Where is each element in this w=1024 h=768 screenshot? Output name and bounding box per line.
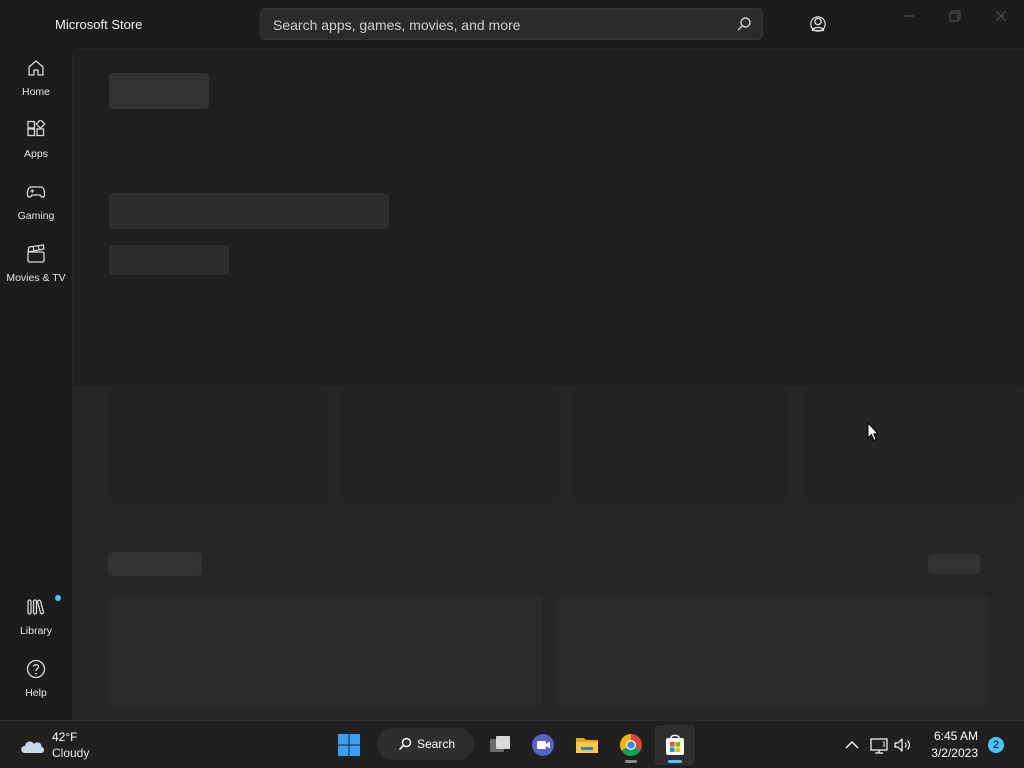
- clock-time[interactable]: 6:45 AM: [914, 729, 978, 743]
- restore-icon: [949, 10, 961, 22]
- microsoft-store-icon: [666, 734, 684, 755]
- search-input[interactable]: [271, 9, 715, 41]
- sidebar-item-label: Library: [19, 625, 53, 637]
- sidebar-item-gaming[interactable]: Gaming: [2, 176, 70, 234]
- hero-button-placeholder: [109, 245, 229, 275]
- sidebar: Home Apps Gaming Movies & TV Library Hel…: [0, 48, 72, 720]
- minimize-button[interactable]: [886, 0, 932, 32]
- close-icon: [995, 10, 1007, 22]
- clapperboard-icon: [27, 244, 45, 263]
- hero-banner[interactable]: [74, 50, 1024, 386]
- teams-chat-button[interactable]: [523, 725, 563, 765]
- sidebar-item-label: Movies & TV: [6, 272, 66, 284]
- search-icon: [398, 737, 412, 751]
- sidebar-item-help[interactable]: Help: [2, 653, 70, 711]
- sidebar-item-label: Gaming: [17, 210, 55, 222]
- active-indicator: [668, 760, 682, 763]
- sidebar-item-movies-tv[interactable]: Movies & TV: [2, 238, 70, 296]
- sidebar-item-library[interactable]: Library: [2, 591, 70, 649]
- featured-card-placeholder[interactable]: [804, 385, 1022, 503]
- section-title-placeholder: [108, 552, 202, 576]
- task-view-button[interactable]: [480, 725, 520, 765]
- sidebar-item-label: Home: [21, 86, 50, 98]
- gamepad-icon: [26, 186, 46, 198]
- minimize-icon: [904, 15, 914, 17]
- taskbar-search-button[interactable]: Search: [377, 728, 474, 760]
- chevron-up-icon[interactable]: [842, 735, 862, 755]
- apps-icon: [27, 120, 46, 137]
- teams-chat-icon: [532, 734, 554, 756]
- running-indicator: [625, 760, 637, 763]
- weather-temperature: 42°F: [52, 730, 78, 744]
- profile-button[interactable]: [802, 8, 834, 40]
- taskbar: 42°F Cloudy Search 6:45 AM 3/2/2023 2: [0, 720, 1024, 768]
- see-all-button-placeholder[interactable]: [928, 554, 980, 574]
- help-icon: [26, 659, 46, 679]
- person-icon: [810, 16, 826, 32]
- weather-condition: Cloudy: [52, 746, 90, 760]
- chrome-icon: [620, 734, 642, 756]
- library-icon: [27, 599, 45, 615]
- clock-date[interactable]: 3/2/2023: [914, 746, 978, 760]
- hero-logo-placeholder: [109, 73, 209, 109]
- search-icon[interactable]: [736, 16, 752, 32]
- chrome-button[interactable]: [611, 725, 651, 765]
- file-explorer-icon: [576, 738, 598, 753]
- featured-card-placeholder[interactable]: [572, 385, 788, 503]
- title-bar: Microsoft Store: [0, 0, 1024, 48]
- update-indicator-dot: [55, 595, 61, 601]
- featured-card-placeholder[interactable]: [108, 385, 328, 503]
- maximize-button[interactable]: [932, 0, 978, 32]
- sidebar-item-apps[interactable]: Apps: [2, 114, 70, 172]
- app-title: Microsoft Store: [55, 17, 143, 32]
- featured-card-placeholder[interactable]: [340, 385, 558, 503]
- start-button[interactable]: [329, 725, 369, 765]
- microsoft-store-button[interactable]: [655, 725, 695, 765]
- taskbar-search-label: Search: [417, 737, 456, 751]
- home-icon: [28, 60, 44, 76]
- weather-widget[interactable]: 42°F Cloudy: [18, 729, 138, 761]
- sidebar-item-label: Apps: [24, 148, 48, 160]
- windows-start-icon: [338, 734, 360, 756]
- notification-badge[interactable]: 2: [988, 737, 1004, 753]
- cloud-icon: [21, 741, 45, 753]
- task-view-icon: [490, 736, 510, 752]
- mouse-cursor-icon: [867, 422, 879, 442]
- volume-icon[interactable]: [893, 735, 913, 755]
- search-box[interactable]: [260, 8, 763, 41]
- content-panel: [72, 48, 1024, 720]
- list-card-placeholder[interactable]: [109, 595, 542, 707]
- close-button[interactable]: [978, 0, 1024, 32]
- sidebar-item-label: Help: [25, 687, 47, 699]
- hero-title-placeholder: [109, 193, 389, 229]
- list-card-placeholder[interactable]: [556, 595, 989, 707]
- sidebar-item-home[interactable]: Home: [2, 52, 70, 110]
- network-icon[interactable]: [869, 735, 889, 755]
- file-explorer-button[interactable]: [567, 725, 607, 765]
